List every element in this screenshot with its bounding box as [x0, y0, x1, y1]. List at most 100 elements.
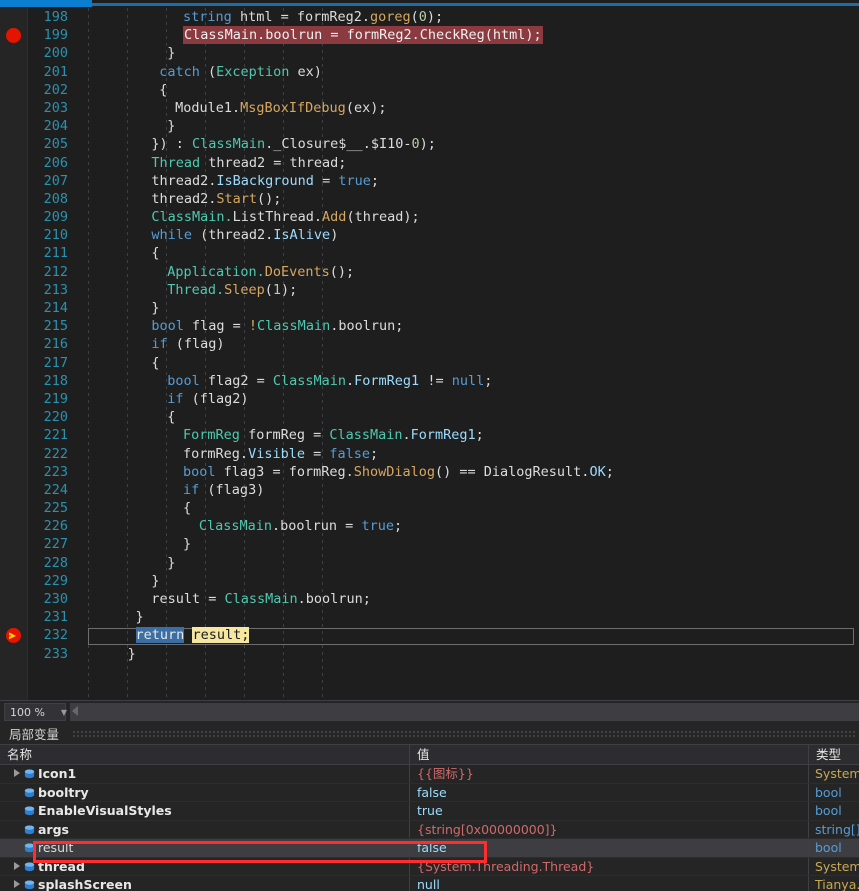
exception-highlight[interactable]: ClassMain.boolrun = formReg2.CheckReg(ht… — [183, 26, 543, 45]
code-text[interactable]: ClassMain.boolrun = formReg2.CheckReg(ht… — [183, 26, 543, 45]
variable-value-cell[interactable]: true — [410, 802, 808, 821]
variable-name-cell[interactable]: result — [0, 839, 409, 858]
locals-grid[interactable]: 名称值类型 Icon1{{图标}}System.Dbooltryfalseboo… — [0, 744, 859, 891]
code-text[interactable]: catch (Exception ex) — [159, 63, 322, 81]
variable-value-cell[interactable]: null — [410, 876, 808, 891]
code-line[interactable]: 212 Application.DoEvents(); — [0, 263, 859, 281]
code-line[interactable]: 215 bool flag = !ClassMain.boolrun; — [0, 317, 859, 335]
code-line[interactable]: 207 thread2.IsBackground = true; — [0, 172, 859, 190]
code-text[interactable]: bool flag3 = formReg.ShowDialog() == Dia… — [183, 463, 614, 481]
code-text[interactable]: if (flag2) — [167, 390, 248, 408]
code-line[interactable]: 210 while (thread2.IsAlive) — [0, 226, 859, 244]
locals-title-bar[interactable]: 局部变量 — [0, 722, 859, 744]
code-text[interactable]: { — [183, 499, 191, 517]
column-header-1[interactable]: 值 — [410, 745, 809, 765]
code-text[interactable]: Thread thread2 = thread; — [151, 154, 346, 172]
table-row[interactable]: booltry false bool — [0, 783, 859, 803]
code-text[interactable]: } — [151, 299, 159, 317]
code-line[interactable]: 201 catch (Exception ex) — [0, 63, 859, 81]
code-line[interactable]: 225 { — [0, 499, 859, 517]
code-line[interactable]: 231} — [0, 608, 859, 626]
code-text[interactable]: { — [151, 244, 159, 262]
selected-keyword[interactable]: return — [135, 627, 185, 644]
code-line[interactable]: 200} — [0, 44, 859, 62]
code-text[interactable]: bool flag2 = ClassMain.FormReg1 != null; — [167, 372, 492, 390]
code-text[interactable]: { — [159, 81, 167, 99]
code-line[interactable]: 202 { — [0, 81, 859, 99]
locals-grid-header[interactable]: 名称值类型 — [0, 744, 859, 765]
code-text[interactable]: formReg.Visible = false; — [183, 445, 378, 463]
code-line[interactable]: 216 if (flag) — [0, 335, 859, 353]
code-line[interactable]: 232 return result; — [0, 626, 859, 646]
variable-name-cell[interactable]: args — [0, 821, 409, 840]
code-line[interactable]: 233} — [0, 645, 859, 663]
code-text[interactable]: return result; — [135, 626, 250, 644]
zoom-level-combobox[interactable]: 100 % ▼ — [4, 703, 67, 721]
table-row[interactable]: EnableVisualStyles true bool — [0, 802, 859, 821]
code-text[interactable]: string html = formReg2.goreg(0); — [183, 8, 443, 26]
code-line[interactable]: 229} — [0, 572, 859, 590]
scroll-left-arrow-icon[interactable] — [72, 706, 78, 716]
code-text[interactable]: } — [128, 645, 136, 663]
code-line[interactable]: 221 FormReg formReg = ClassMain.FormReg1; — [0, 426, 859, 444]
column-separator-1[interactable] — [409, 745, 410, 764]
code-text[interactable]: ClassMain.ListThread.Add(thread); — [151, 208, 419, 226]
code-line[interactable]: 226 ClassMain.boolrun = true; — [0, 517, 859, 535]
horizontal-scrollbar[interactable] — [70, 703, 859, 721]
code-text[interactable]: Module1.MsgBoxIfDebug(ex); — [175, 99, 386, 117]
code-line[interactable]: 214} — [0, 299, 859, 317]
code-line[interactable]: 205}) : ClassMain._Closure$__.$I10-0); — [0, 135, 859, 153]
code-line[interactable]: 213 Thread.Sleep(1); — [0, 281, 859, 299]
code-text[interactable]: if (flag) — [151, 335, 224, 353]
chevron-down-icon[interactable]: ▼ — [57, 704, 71, 720]
variable-value-cell[interactable]: false — [410, 839, 808, 858]
variable-name-cell[interactable]: Icon1 — [0, 765, 409, 784]
code-line[interactable]: 222 formReg.Visible = false; — [0, 445, 859, 463]
code-text[interactable]: } — [183, 535, 191, 553]
code-line[interactable]: 227} — [0, 535, 859, 553]
code-editor[interactable]: 198 string html = formReg2.goreg(0); 199 Cl… — [0, 8, 859, 700]
code-line[interactable]: 220 { — [0, 408, 859, 426]
code-text[interactable]: } — [167, 44, 175, 62]
code-line[interactable]: 198 string html = formReg2.goreg(0); — [0, 8, 859, 26]
code-text[interactable]: } — [167, 117, 175, 135]
table-row[interactable]: thread{System.Threading.Thread} System.T — [0, 857, 859, 877]
code-line[interactable]: 224 if (flag3) — [0, 481, 859, 499]
variable-name-cell[interactable]: EnableVisualStyles — [0, 802, 409, 821]
code-line[interactable]: 199 ClassMain.boolrun = formReg2.CheckReg… — [0, 26, 859, 45]
column-header-0[interactable]: 名称 — [0, 745, 410, 765]
variable-value-cell[interactable]: {{图标}} — [410, 765, 808, 784]
code-text[interactable]: FormReg formReg = ClassMain.FormReg1; — [183, 426, 484, 444]
code-line[interactable]: 211 { — [0, 244, 859, 262]
code-text[interactable]: } — [136, 608, 144, 626]
table-row[interactable]: result false bool — [0, 839, 859, 858]
code-line[interactable]: 217 { — [0, 354, 859, 372]
table-row[interactable]: Icon1{{图标}} System.D — [0, 765, 859, 784]
column-separator-2[interactable] — [808, 745, 809, 764]
highlighted-expression[interactable]: result; — [192, 627, 250, 644]
variable-value-cell[interactable]: {System.Threading.Thread} — [410, 858, 808, 877]
code-line[interactable]: 204} — [0, 117, 859, 135]
variable-value-cell[interactable]: false — [410, 784, 808, 803]
code-line[interactable]: 209 ClassMain.ListThread.Add(thread); — [0, 208, 859, 226]
code-text[interactable]: thread2.Start(); — [151, 190, 281, 208]
column-header-2[interactable]: 类型 — [809, 745, 859, 765]
code-text[interactable]: } — [167, 554, 175, 572]
code-line[interactable]: 206 Thread thread2 = thread; — [0, 154, 859, 172]
variable-value-cell[interactable]: {string[0x00000000]} — [410, 821, 808, 840]
table-row[interactable]: splashScreennull Tianya.C — [0, 876, 859, 891]
code-text[interactable]: while (thread2.IsAlive) — [151, 226, 338, 244]
code-lines-container[interactable]: 198 string html = formReg2.goreg(0); 199 Cl… — [0, 8, 859, 700]
variable-name-cell[interactable]: booltry — [0, 784, 409, 803]
panel-drag-grip[interactable] — [72, 730, 855, 737]
code-line[interactable]: 223 bool flag3 = formReg.ShowDialog() == … — [0, 463, 859, 481]
variable-name-cell[interactable]: splashScreen — [0, 876, 409, 891]
code-text[interactable]: bool flag = !ClassMain.boolrun; — [151, 317, 403, 335]
code-text[interactable]: Thread.Sleep(1); — [167, 281, 297, 299]
code-text[interactable]: { — [167, 408, 175, 426]
code-text[interactable]: result = ClassMain.boolrun; — [151, 590, 370, 608]
code-line[interactable]: 219 if (flag2) — [0, 390, 859, 408]
code-text[interactable]: Application.DoEvents(); — [167, 263, 354, 281]
code-text[interactable]: ClassMain.boolrun = true; — [199, 517, 402, 535]
code-text[interactable]: } — [151, 572, 159, 590]
